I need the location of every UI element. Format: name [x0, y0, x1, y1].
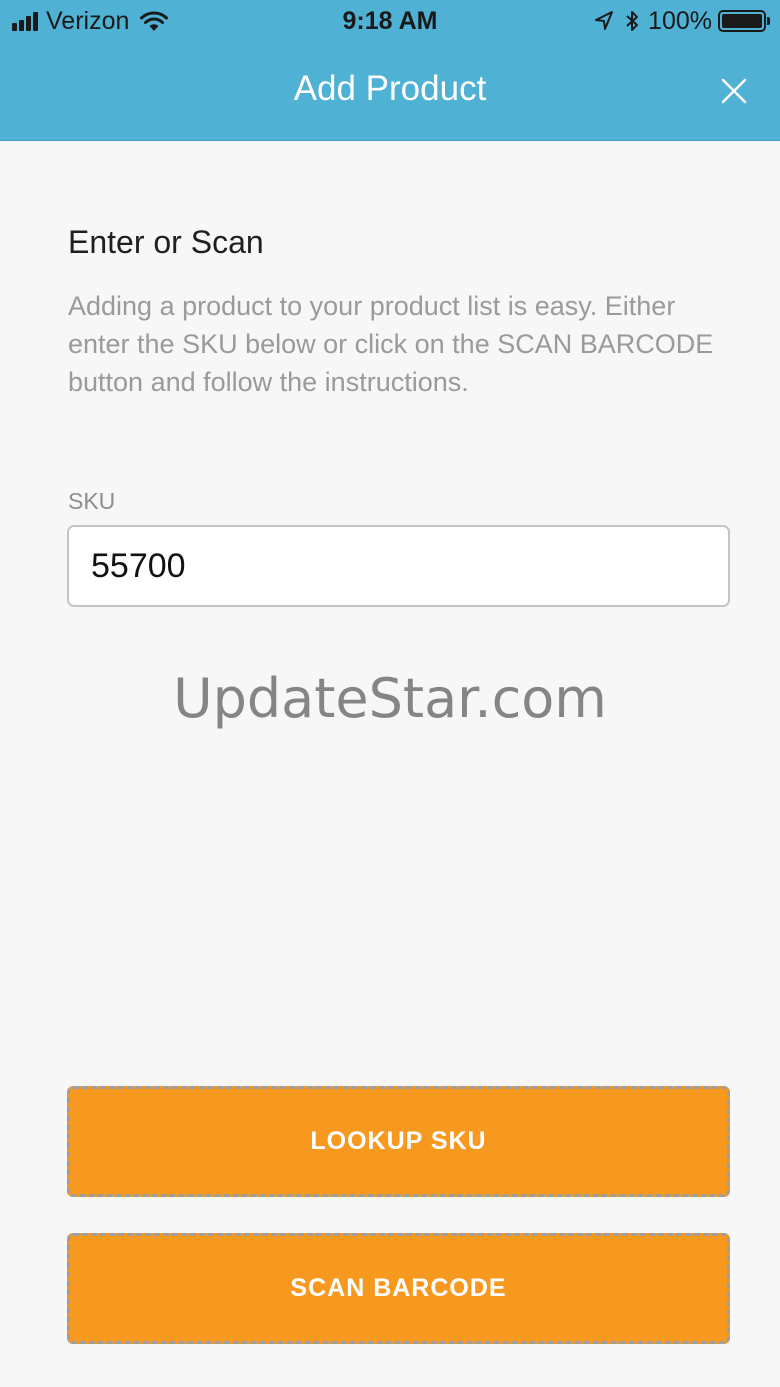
- sku-input[interactable]: [67, 525, 730, 607]
- location-arrow-icon: [595, 11, 614, 30]
- section-title: Enter or Scan: [68, 224, 264, 260]
- watermark-text: UpdateStar.com: [173, 667, 607, 730]
- status-right: 100%: [594, 6, 770, 36]
- scan-barcode-label: SCAN BARCODE: [290, 1274, 507, 1302]
- close-button[interactable]: [718, 75, 750, 107]
- lookup-sku-button[interactable]: LOOKUP SKU: [67, 1086, 730, 1197]
- lookup-sku-label: LOOKUP SKU: [310, 1127, 487, 1155]
- scan-barcode-button[interactable]: SCAN BARCODE: [67, 1233, 730, 1344]
- status-bar: Verizon 9:18 AM 100%: [0, 0, 780, 42]
- sku-label: SKU: [68, 488, 116, 514]
- app-header: Verizon 9:18 AM 100% Add Product: [0, 0, 780, 141]
- battery-percent: 100%: [648, 6, 712, 35]
- page-title: Add Product: [293, 69, 487, 108]
- description-text: Adding a product to your product list is…: [68, 291, 714, 397]
- bluetooth-icon: [626, 11, 639, 31]
- battery-icon: [718, 10, 770, 32]
- close-icon[interactable]: [718, 75, 750, 107]
